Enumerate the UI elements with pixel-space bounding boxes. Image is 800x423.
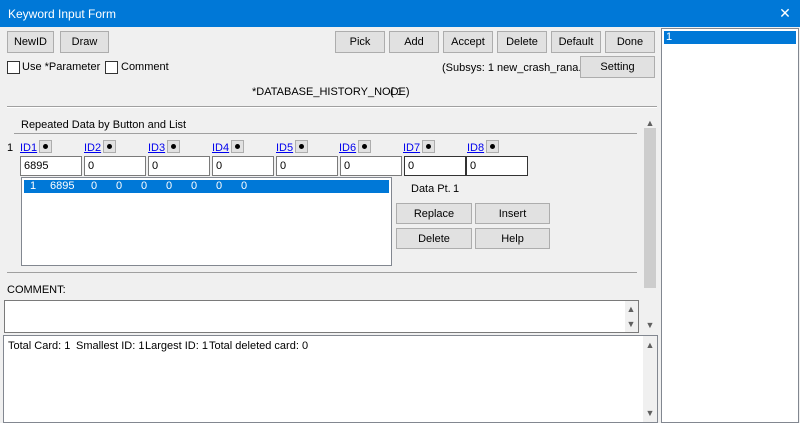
id3-pick-button[interactable] bbox=[167, 140, 180, 153]
id2-pick-button[interactable] bbox=[103, 140, 116, 153]
dot-icon bbox=[299, 144, 304, 149]
dot-icon bbox=[171, 144, 176, 149]
largest-id: Largest ID: 1 bbox=[145, 340, 208, 352]
card-list-item[interactable]: 1 bbox=[664, 31, 796, 44]
group-divider bbox=[14, 133, 637, 134]
id5-link[interactable]: ID5 bbox=[276, 142, 293, 154]
id8-pick-button[interactable] bbox=[486, 140, 499, 153]
use-parameter-checkbox[interactable] bbox=[7, 61, 20, 74]
id7-pick-button[interactable] bbox=[422, 140, 435, 153]
dot-icon bbox=[362, 144, 367, 149]
dot-icon bbox=[426, 144, 431, 149]
id5-pick-button[interactable] bbox=[295, 140, 308, 153]
list-item-index: 1 bbox=[30, 180, 37, 192]
data-list[interactable]: 1 6895 0 0 0 0 0 0 0 bbox=[21, 177, 392, 266]
id4-field[interactable]: 0 bbox=[212, 156, 274, 176]
list-item-value: 0 bbox=[166, 180, 173, 192]
scrollbar-thumb[interactable] bbox=[644, 128, 656, 288]
keyword-title: *DATABASE_HISTORY_NODE bbox=[252, 86, 406, 98]
id8-link[interactable]: ID8 bbox=[467, 142, 484, 154]
accept-button[interactable]: Accept bbox=[443, 31, 493, 53]
id6-link[interactable]: ID6 bbox=[339, 142, 356, 154]
comment-label: COMMENT: bbox=[7, 284, 66, 296]
id3-field[interactable]: 0 bbox=[148, 156, 210, 176]
id1-link[interactable]: ID1 bbox=[20, 142, 37, 154]
id2-field[interactable]: 0 bbox=[84, 156, 146, 176]
dot-icon bbox=[490, 144, 495, 149]
list-item-value: 0 bbox=[141, 180, 148, 192]
use-parameter-label: Use *Parameter bbox=[22, 61, 101, 73]
newid-button[interactable]: NewID bbox=[7, 31, 54, 53]
list-item-value: 0 bbox=[216, 180, 223, 192]
data-pt-value: 1 bbox=[453, 183, 460, 195]
id7-field[interactable]: 0 bbox=[404, 156, 466, 176]
card-list[interactable]: 1 bbox=[661, 28, 799, 423]
id1-field[interactable]: 6895 bbox=[20, 156, 82, 176]
id1-pick-button[interactable] bbox=[39, 140, 52, 153]
id6-field[interactable]: 0 bbox=[340, 156, 402, 176]
comment-textarea[interactable] bbox=[4, 300, 639, 333]
id8-field[interactable]: 0 bbox=[466, 156, 528, 176]
add-button[interactable]: Add bbox=[389, 31, 439, 53]
row-number: 1 bbox=[7, 142, 14, 154]
dot-icon bbox=[235, 144, 240, 149]
comment-checkbox-label: Comment bbox=[121, 61, 169, 73]
replace-button[interactable]: Replace bbox=[396, 203, 472, 224]
done-button[interactable]: Done bbox=[605, 31, 655, 53]
close-icon[interactable]: ✕ bbox=[770, 0, 800, 27]
dot-icon bbox=[43, 144, 48, 149]
help-button[interactable]: Help bbox=[475, 228, 550, 249]
repeated-data-heading: Repeated Data by Button and List bbox=[21, 119, 187, 131]
comment-checkbox[interactable] bbox=[105, 61, 118, 74]
scroll-up-icon[interactable]: ▲ bbox=[644, 339, 656, 351]
smallest-id: Smallest ID: 1 bbox=[76, 340, 145, 352]
total-card: Total Card: 1 bbox=[8, 340, 71, 352]
scroll-down-icon[interactable]: ▼ bbox=[625, 318, 637, 330]
list-item-value: 0 bbox=[241, 180, 248, 192]
divider bbox=[7, 107, 657, 108]
dot-icon bbox=[107, 144, 112, 149]
id6-pick-button[interactable] bbox=[358, 140, 371, 153]
comment-scrollbar[interactable]: ▲ ▼ bbox=[625, 301, 638, 332]
list-item-value: 6895 bbox=[50, 180, 75, 192]
scroll-down-icon[interactable]: ▼ bbox=[644, 407, 656, 419]
pick-button[interactable]: Pick bbox=[335, 31, 385, 53]
divider bbox=[7, 272, 637, 273]
subsys-label: (Subsys: 1 new_crash_rana.k) bbox=[442, 62, 591, 74]
id4-pick-button[interactable] bbox=[231, 140, 244, 153]
keyword-count: ( 1 ) bbox=[390, 86, 410, 98]
list-item-value: 0 bbox=[191, 180, 198, 192]
list-item-value: 0 bbox=[91, 180, 98, 192]
status-scrollbar[interactable]: ▲ ▼ bbox=[643, 336, 657, 422]
default-button[interactable]: Default bbox=[551, 31, 601, 53]
data-pt-label: Data Pt. bbox=[411, 183, 451, 195]
list-item[interactable]: 1 6895 0 0 0 0 0 0 0 bbox=[24, 180, 389, 193]
window-title: Keyword Input Form bbox=[8, 7, 117, 21]
id2-link[interactable]: ID2 bbox=[84, 142, 101, 154]
insert-button[interactable]: Insert bbox=[475, 203, 550, 224]
delete-button[interactable]: Delete bbox=[497, 31, 547, 53]
id4-link[interactable]: ID4 bbox=[212, 142, 229, 154]
scroll-up-icon[interactable]: ▲ bbox=[625, 303, 637, 315]
list-item-value: 0 bbox=[116, 180, 123, 192]
total-deleted: Total deleted card: 0 bbox=[209, 340, 309, 352]
id3-link[interactable]: ID3 bbox=[148, 142, 165, 154]
main-scrollbar[interactable]: ▲ ▼ bbox=[642, 114, 658, 332]
setting-button[interactable]: Setting bbox=[580, 56, 655, 78]
id5-field[interactable]: 0 bbox=[276, 156, 338, 176]
scroll-down-icon[interactable]: ▼ bbox=[644, 319, 656, 331]
id7-link[interactable]: ID7 bbox=[403, 142, 420, 154]
draw-button[interactable]: Draw bbox=[60, 31, 109, 53]
list-delete-button[interactable]: Delete bbox=[396, 228, 472, 249]
title-bar: Keyword Input Form ✕ bbox=[0, 0, 800, 27]
